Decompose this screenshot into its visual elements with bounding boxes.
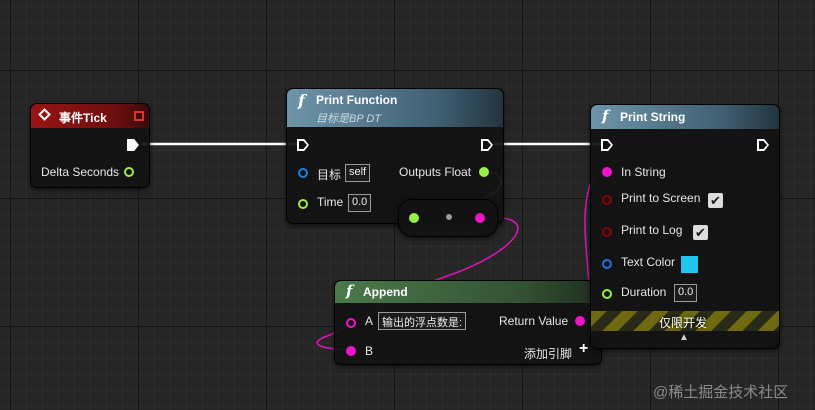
append-a-label: A	[365, 314, 374, 328]
outputs-float-pin[interactable]	[479, 167, 489, 177]
print-string-exec-in-pin[interactable]	[601, 139, 613, 151]
print-function-header[interactable]: f Print Function 目标是BP DT	[287, 89, 503, 127]
time-value-box[interactable]: 0.0	[348, 194, 372, 212]
conversion-dot-icon	[446, 214, 452, 220]
print-function-exec-in-pin[interactable]	[297, 139, 309, 151]
function-icon: f	[346, 282, 353, 300]
append-node[interactable]: f Append A 输出的浮点数是: Return Value B 添加引脚 …	[334, 280, 602, 365]
add-pin-label[interactable]: 添加引脚	[524, 345, 572, 362]
outputs-float-label: Outputs Float	[399, 165, 472, 179]
print-to-log-label: Print to Log	[621, 223, 683, 237]
append-b-label: B	[365, 344, 374, 358]
duration-pin[interactable]	[602, 289, 612, 299]
target-value-box[interactable]: self	[345, 164, 371, 182]
function-icon: f	[602, 107, 609, 125]
float-to-string-conversion-node[interactable]	[398, 199, 498, 237]
print-to-screen-checkbox[interactable]: ✔	[708, 193, 723, 208]
target-label: 目标	[317, 168, 342, 182]
event-tick-header[interactable]: 事件Tick	[31, 104, 149, 128]
conversion-float-in-pin[interactable]	[409, 213, 419, 223]
append-header[interactable]: f Append	[335, 281, 601, 303]
text-color-label: Text Color	[621, 255, 676, 269]
in-string-pin[interactable]	[602, 167, 612, 177]
delta-seconds-pin[interactable]	[124, 167, 134, 177]
event-tick-node[interactable]: 事件Tick Delta Seconds	[30, 103, 150, 188]
delegate-pin-icon[interactable]	[134, 111, 144, 121]
print-to-screen-label: Print to Screen	[621, 191, 701, 205]
function-icon: f	[298, 91, 305, 110]
time-label: Time	[317, 195, 344, 209]
event-tick-title: 事件Tick	[59, 111, 107, 125]
conversion-string-out-pin[interactable]	[475, 213, 485, 223]
duration-label: Duration	[621, 285, 667, 299]
text-color-pin[interactable]	[602, 259, 612, 269]
print-string-title: Print String	[620, 110, 686, 124]
print-string-exec-out-pin[interactable]	[757, 139, 769, 151]
development-only-banner: 仅限开发	[591, 311, 779, 331]
print-function-title: Print Function	[316, 93, 398, 107]
append-title: Append	[363, 285, 408, 299]
return-value-label: Return Value	[499, 314, 569, 328]
add-pin-icon[interactable]: +	[579, 340, 588, 358]
print-function-exec-out-pin[interactable]	[481, 139, 493, 151]
duration-value-box[interactable]: 0.0	[674, 284, 698, 302]
target-pin[interactable]	[298, 168, 308, 178]
delta-seconds-label: Delta Seconds	[41, 165, 120, 179]
append-a-pin[interactable]	[346, 318, 356, 328]
in-string-label: In String	[621, 165, 666, 179]
print-function-subtitle: 目标是BP DT	[316, 113, 381, 125]
append-a-value-box[interactable]: 输出的浮点数是:	[378, 312, 467, 330]
text-color-swatch[interactable]	[681, 256, 698, 273]
print-to-log-pin[interactable]	[602, 227, 612, 237]
watermark-text: @稀土掘金技术社区	[653, 384, 789, 401]
return-value-pin[interactable]	[575, 316, 585, 326]
event-diamond-icon	[38, 108, 51, 121]
development-only-label: 仅限开发	[659, 316, 708, 330]
time-pin[interactable]	[298, 199, 308, 209]
expand-arrow-icon[interactable]: ▲	[679, 332, 689, 343]
print-string-node[interactable]: f Print String In String Print to Screen…	[590, 104, 780, 349]
print-to-screen-pin[interactable]	[602, 195, 612, 205]
print-string-header[interactable]: f Print String	[591, 105, 779, 129]
print-to-log-checkbox[interactable]: ✔	[693, 225, 708, 240]
event-tick-exec-out-pin[interactable]	[127, 139, 139, 151]
append-b-pin[interactable]	[346, 346, 356, 356]
